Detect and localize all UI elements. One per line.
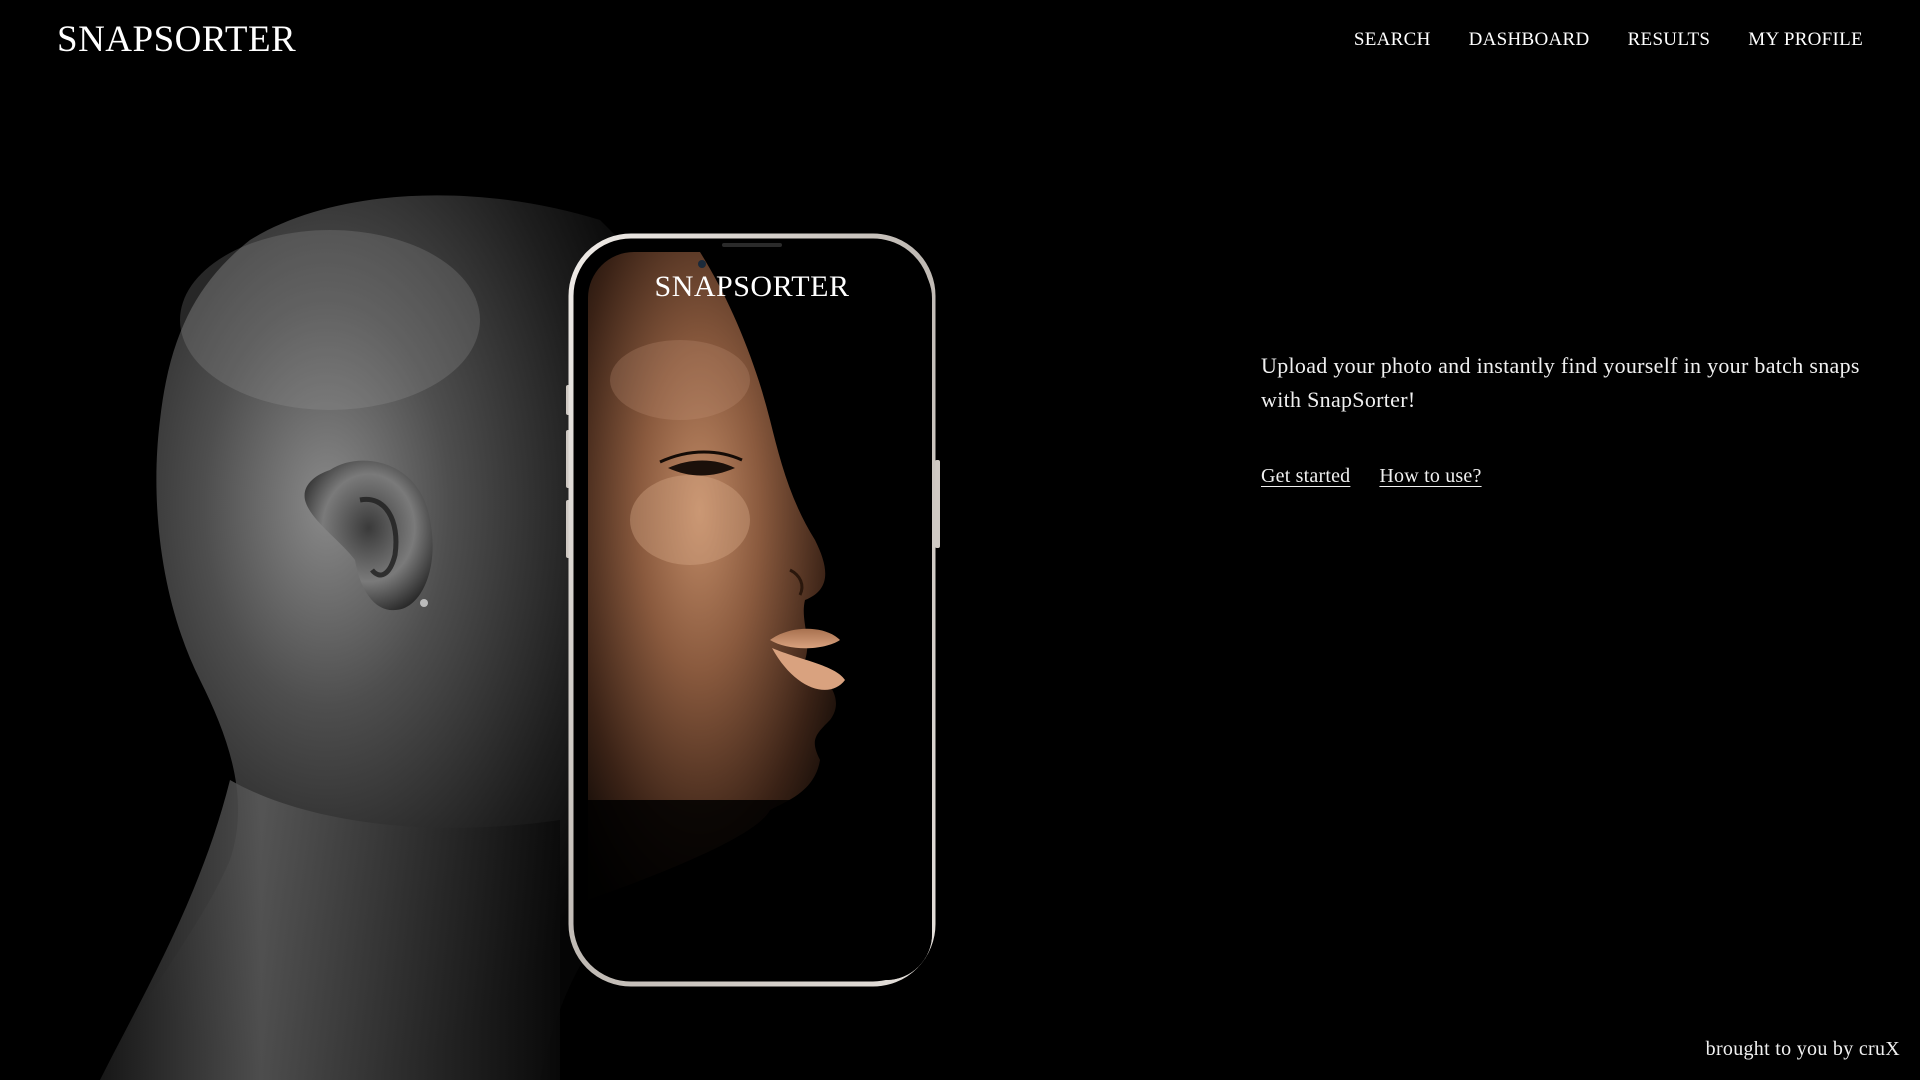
- hero-illustration: [100, 195, 940, 1080]
- how-to-use-link[interactable]: How to use?: [1379, 465, 1481, 488]
- phone-mockup: [566, 233, 940, 987]
- hero-image: [0, 0, 1000, 1080]
- main-nav: SEARCH DASHBOARD RESULTS MY PROFILE: [1354, 29, 1863, 51]
- nav-dashboard[interactable]: DASHBOARD: [1469, 29, 1590, 51]
- hero-copy: Upload your photo and instantly find you…: [1261, 349, 1861, 488]
- nav-my-profile[interactable]: MY PROFILE: [1748, 29, 1863, 51]
- brand-logo[interactable]: SNAPSORTER: [57, 18, 296, 61]
- head-silhouette: [100, 195, 640, 1080]
- landing-page: SNAPSORTER SEARCH DASHBOARD RESULTS MY P…: [0, 0, 1920, 1080]
- cta-row: Get started How to use?: [1261, 465, 1861, 488]
- hero-tagline: Upload your photo and instantly find you…: [1261, 353, 1860, 412]
- footer-credit: brought to you by cruX: [1705, 1038, 1900, 1060]
- phone-screen-title: SNAPSORTER: [654, 270, 850, 303]
- nav-results[interactable]: RESULTS: [1628, 29, 1711, 51]
- get-started-link[interactable]: Get started: [1261, 465, 1350, 488]
- nav-search[interactable]: SEARCH: [1354, 29, 1431, 51]
- top-navbar: SNAPSORTER SEARCH DASHBOARD RESULTS MY P…: [0, 0, 1920, 84]
